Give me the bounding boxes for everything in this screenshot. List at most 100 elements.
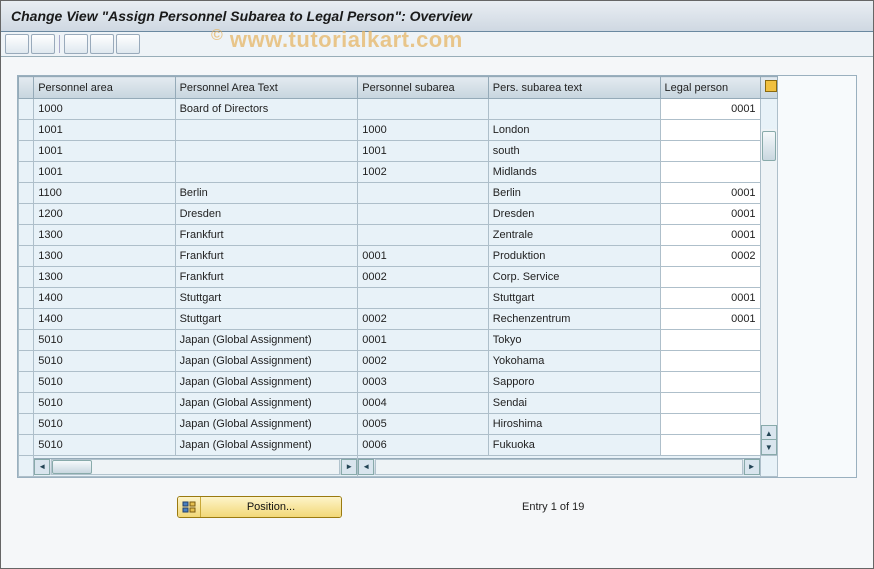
hscroll-thumb[interactable] (52, 460, 92, 474)
toolbar-button[interactable] (5, 34, 29, 54)
cell-pers-subarea-text: Dresden (489, 206, 660, 222)
cell-legal-person-input[interactable] (661, 351, 760, 371)
cell-personnel-area: 5010 (34, 353, 174, 369)
row-selector[interactable] (19, 351, 34, 372)
cell-personnel-subarea (358, 191, 487, 195)
table-container: Personnel area Personnel Area Text Perso… (17, 75, 857, 478)
hscroll-right-button[interactable]: ► (341, 459, 357, 475)
table-row: 1300FrankfurtZentrale (19, 225, 778, 246)
toolbar-button[interactable] (116, 34, 140, 54)
cell-legal-person-input[interactable] (661, 183, 760, 203)
row-selector[interactable] (19, 225, 34, 246)
table-row: 1200DresdenDresden (19, 204, 778, 225)
cell-personnel-area-text: Stuttgart (176, 311, 358, 327)
cell-personnel-area-text: Frankfurt (176, 248, 358, 264)
cell-personnel-area: 1300 (34, 269, 174, 285)
cell-personnel-area-text: Japan (Global Assignment) (176, 416, 358, 432)
col-personnel-area[interactable]: Personnel area (34, 77, 175, 99)
cell-pers-subarea-text: Tokyo (489, 332, 660, 348)
hscroll-right-button[interactable]: ► (744, 459, 760, 475)
cell-personnel-area: 5010 (34, 395, 174, 411)
cell-personnel-area-text (176, 128, 358, 132)
cell-pers-subarea-text: Fukuoka (489, 437, 660, 453)
cell-legal-person-input[interactable] (661, 372, 760, 392)
row-selector[interactable] (19, 120, 34, 141)
table-row: 1100BerlinBerlin (19, 183, 778, 204)
row-selector[interactable] (19, 435, 34, 456)
cell-legal-person-input[interactable] (661, 393, 760, 413)
cell-personnel-area: 5010 (34, 437, 174, 453)
toolbar-button[interactable] (31, 34, 55, 54)
col-pers-subarea-text[interactable]: Pers. subarea text (488, 77, 660, 99)
row-selector[interactable] (19, 288, 34, 309)
row-selector[interactable] (19, 372, 34, 393)
cell-personnel-area-text (176, 149, 358, 153)
table-row: 10011001south (19, 141, 778, 162)
row-selector[interactable] (19, 162, 34, 183)
vscroll: ▲▲▼ (760, 99, 777, 456)
table-row: 10011000London (19, 120, 778, 141)
row-selector-header[interactable] (19, 77, 34, 99)
cell-personnel-area: 5010 (34, 332, 174, 348)
cell-personnel-area: 1001 (34, 143, 174, 159)
cell-legal-person-input[interactable] (661, 288, 760, 308)
cell-legal-person-input[interactable] (661, 120, 760, 140)
cell-legal-person-input[interactable] (661, 99, 760, 119)
cell-legal-person-input[interactable] (661, 330, 760, 350)
cell-legal-person-input[interactable] (661, 309, 760, 329)
row-selector[interactable] (19, 267, 34, 288)
cell-legal-person-input[interactable] (661, 246, 760, 266)
hscroll-left-button[interactable]: ◄ (358, 459, 374, 475)
cell-personnel-area: 1100 (34, 185, 174, 201)
cell-personnel-area: 1400 (34, 311, 174, 327)
row-selector[interactable] (19, 183, 34, 204)
row-selector[interactable] (19, 393, 34, 414)
cell-personnel-area-text: Board of Directors (176, 101, 358, 117)
col-personnel-area-text[interactable]: Personnel Area Text (175, 77, 358, 99)
cell-personnel-subarea: 0002 (358, 311, 487, 327)
vscroll-thumb[interactable] (762, 131, 776, 161)
vscroll-down-button[interactable]: ▼ (761, 439, 777, 455)
cell-personnel-subarea: 1000 (358, 122, 487, 138)
cell-legal-person-input[interactable] (661, 435, 760, 455)
col-personnel-subarea[interactable]: Personnel subarea (358, 77, 488, 99)
table-row: 5010Japan (Global Assignment)0006Fukuoka (19, 435, 778, 456)
hscroll-right-region: ◄ ► (358, 456, 760, 477)
hscroll-track[interactable] (51, 459, 340, 475)
hscroll-left-button[interactable]: ◄ (34, 459, 50, 475)
table-row: 1400StuttgartStuttgart (19, 288, 778, 309)
cell-personnel-subarea: 0006 (358, 437, 487, 453)
row-selector[interactable] (19, 330, 34, 351)
cell-personnel-area: 1300 (34, 248, 174, 264)
position-button[interactable]: Position... (177, 496, 342, 518)
toolbar-button[interactable] (64, 34, 88, 54)
row-selector[interactable] (19, 204, 34, 225)
cell-personnel-area: 1300 (34, 227, 174, 243)
position-label: Position... (201, 497, 341, 517)
toolbar-button[interactable] (90, 34, 114, 54)
cell-pers-subarea-text: Rechenzentrum (489, 311, 660, 327)
cell-pers-subarea-text: south (489, 143, 660, 159)
vscroll-track[interactable] (761, 129, 777, 425)
cell-personnel-subarea: 0004 (358, 395, 487, 411)
toolbar (1, 32, 873, 57)
row-selector[interactable] (19, 141, 34, 162)
cell-legal-person-input[interactable] (661, 414, 760, 434)
configure-columns-icon[interactable] (760, 77, 777, 99)
row-selector[interactable] (19, 309, 34, 330)
row-selector[interactable] (19, 246, 34, 267)
cell-legal-person-input[interactable] (661, 141, 760, 161)
entry-counter: Entry 1 of 19 (522, 501, 584, 513)
hscroll-track[interactable] (375, 459, 742, 475)
cell-legal-person-input[interactable] (661, 267, 760, 287)
hscroll-spacer (19, 456, 34, 477)
col-legal-person[interactable]: Legal person (660, 77, 760, 99)
cell-legal-person-input[interactable] (661, 225, 760, 245)
row-selector[interactable] (19, 414, 34, 435)
table-row: 10011002Midlands (19, 162, 778, 183)
row-selector[interactable] (19, 99, 34, 120)
cell-legal-person-input[interactable] (661, 162, 760, 182)
cell-legal-person-input[interactable] (661, 204, 760, 224)
page-title-bar: Change View "Assign Personnel Subarea to… (1, 1, 873, 32)
cell-pers-subarea-text: Sapporo (489, 374, 660, 390)
